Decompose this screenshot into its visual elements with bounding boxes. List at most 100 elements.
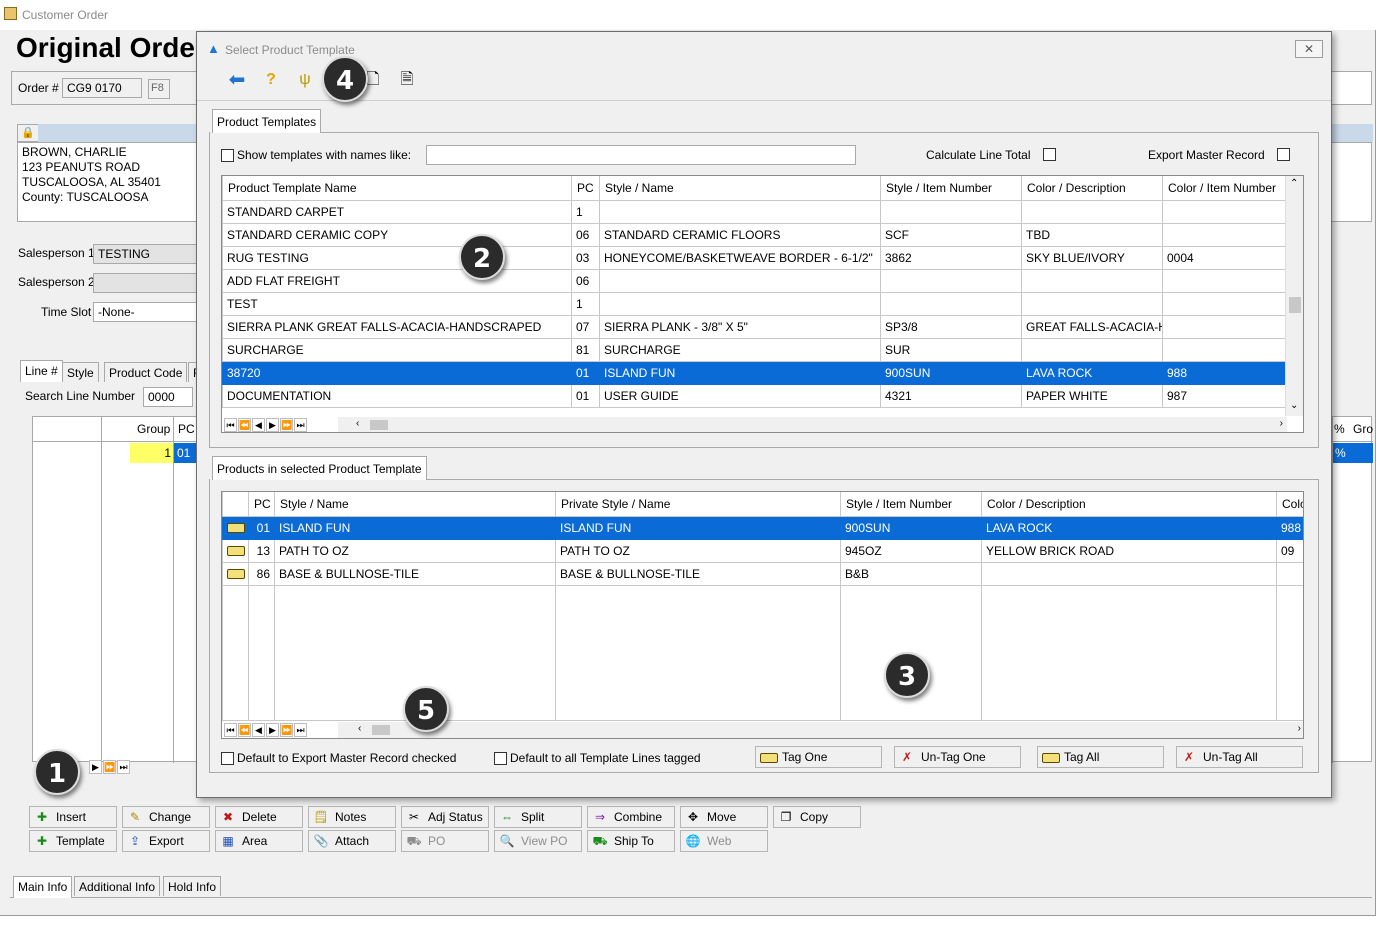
col-pc[interactable]: PC	[571, 176, 600, 201]
next-record-icon[interactable]: ▶	[266, 418, 279, 432]
hscroll-thumb[interactable]	[370, 420, 388, 430]
template-row[interactable]: TEST 1	[222, 291, 1287, 316]
last-record-icon[interactable]: ⏭	[117, 760, 130, 774]
po-button[interactable]: ⛟ PO	[401, 830, 489, 852]
view-po-button[interactable]: 🔍 View PO	[494, 830, 582, 852]
col-pc[interactable]: PC	[248, 492, 275, 517]
product-row[interactable]: 86 BASE & BULLNOSE-TILE BASE & BULLNOSE-TI…	[222, 561, 1303, 586]
area-button[interactable]: ▦ Area	[215, 830, 303, 852]
scroll-right-icon[interactable]: ›	[1298, 723, 1301, 734]
template-row[interactable]: STANDARD CARPET 1	[222, 199, 1287, 224]
products-hscroll[interactable]: ‹ ›	[338, 722, 1303, 738]
template-row[interactable]: SIERRA PLANK GREAT FALLS-ACACIA-HANDSCRA…	[222, 314, 1287, 339]
tab-line-number[interactable]: Line #	[20, 360, 63, 382]
tag-icon[interactable]	[222, 561, 249, 586]
attach-button[interactable]: 📎 Attach	[308, 830, 396, 852]
insert-button[interactable]: ✚ Insert	[29, 806, 117, 828]
scroll-right-icon[interactable]: ›	[1280, 418, 1283, 429]
copy-button[interactable]: ❐ Copy	[773, 806, 861, 828]
change-button[interactable]: ✎ Change	[122, 806, 210, 828]
prev-page-icon[interactable]: ⏪	[238, 723, 251, 737]
tab-product-code[interactable]: Product Code	[104, 362, 188, 382]
move-button[interactable]: ✥ Move	[680, 806, 768, 828]
next-page-icon[interactable]: ⏩	[280, 418, 293, 432]
products-navigator[interactable]: ⏮ ⏪ ◀ ▶ ⏩ ⏭	[224, 722, 308, 738]
col-template-name[interactable]: Product Template Name	[222, 176, 572, 201]
templates-navigator[interactable]: ⏮ ⏪ ◀ ▶ ⏩ ⏭	[224, 417, 308, 432]
template-row[interactable]: ADD FLAT FREIGHT 06	[222, 268, 1287, 293]
hscroll-thumb[interactable]	[372, 725, 390, 735]
f8-button[interactable]: F8	[148, 79, 170, 99]
scroll-up-icon[interactable]: ⌃	[1290, 178, 1298, 189]
tab-product-templates[interactable]: Product Templates	[212, 109, 322, 133]
first-record-icon[interactable]: ⏮	[224, 418, 237, 432]
show-templates-checkbox[interactable]	[221, 148, 234, 163]
filter-icon[interactable]: ψ	[295, 70, 315, 90]
tag-icon[interactable]	[222, 538, 249, 563]
tab-additional-info[interactable]: Additional Info	[74, 876, 161, 896]
col-style-name[interactable]: Style / Name	[274, 492, 556, 517]
last-record-icon[interactable]: ⏭	[294, 418, 307, 432]
col-color-item[interactable]: Colo	[1276, 492, 1303, 517]
tab-hold-info[interactable]: Hold Info	[163, 876, 222, 896]
ship-to-button[interactable]: ⛟ Ship To	[587, 830, 675, 852]
tag-one-button[interactable]: Tag One	[755, 746, 882, 768]
template-row[interactable]: SURCHARGE 81 SURCHARGE SUR	[222, 337, 1287, 362]
order-number-field[interactable]: CG9 0170	[62, 78, 142, 98]
group-cell[interactable]: 1	[130, 443, 173, 463]
prev-record-icon[interactable]: ◀	[252, 418, 265, 432]
delete-document-icon[interactable]: 🗎	[397, 70, 417, 90]
last-record-icon[interactable]: ⏭	[294, 723, 307, 737]
salesperson2-field[interactable]	[93, 273, 203, 293]
col-style-name[interactable]: Style / Name	[599, 176, 881, 201]
template-row[interactable]: STANDARD CERAMIC COPY 06 STANDARD CERAMIC …	[222, 222, 1287, 247]
split-button[interactable]: ⇔ Split	[494, 806, 582, 828]
scroll-left-icon[interactable]: ‹	[358, 723, 361, 734]
default-tagged-checkbox[interactable]	[494, 751, 507, 766]
next-page-icon[interactable]: ⏩	[280, 723, 293, 737]
templates-hscroll[interactable]: ‹ ›	[338, 417, 1287, 432]
prev-record-icon[interactable]: ◀	[252, 723, 265, 737]
timeslot-field[interactable]: -None-	[93, 302, 203, 322]
next-record-icon[interactable]: ▶	[266, 723, 279, 737]
back-arrow-icon[interactable]: ⬅	[227, 70, 247, 90]
search-line-input[interactable]: 0000	[143, 387, 193, 407]
templates-vscroll[interactable]: ⌃ ⌄	[1285, 176, 1303, 416]
untag-all-button[interactable]: ✗ Un-Tag All	[1176, 746, 1303, 768]
col-private-style-name[interactable]: Private Style / Name	[555, 492, 841, 517]
tab-products-in-template[interactable]: Products in selected Product Template	[212, 456, 427, 480]
col-color-description[interactable]: Color / Description	[981, 492, 1277, 517]
next-page-icon[interactable]: ⏩	[103, 760, 116, 774]
tab-main-info[interactable]: Main Info	[13, 876, 73, 898]
help-icon[interactable]: ?	[261, 70, 281, 90]
scroll-left-icon[interactable]: ‹	[356, 418, 359, 429]
scroll-thumb[interactable]	[1289, 297, 1301, 313]
export-master-record-checkbox[interactable]	[1277, 147, 1290, 162]
next-record-icon[interactable]: ▶	[89, 760, 102, 774]
untag-one-button[interactable]: ✗ Un-Tag One	[894, 746, 1021, 768]
calculate-line-total-checkbox[interactable]	[1043, 147, 1056, 162]
scroll-down-icon[interactable]: ⌄	[1290, 400, 1298, 411]
export-button[interactable]: ⇪ Export	[122, 830, 210, 852]
close-button[interactable]: ✕	[1295, 40, 1323, 58]
product-row[interactable]: 01 ISLAND FUN ISLAND FUN 900SUN LAVA ROCK 988	[222, 515, 1303, 540]
template-name-filter-input[interactable]	[426, 145, 856, 165]
default-export-checkbox[interactable]	[221, 751, 234, 766]
template-row[interactable]: RUG TESTING 03 HONEYCOME/BASKETWEAVE BORDE…	[222, 245, 1287, 270]
col-style-item-number[interactable]: Style / Item Number	[880, 176, 1022, 201]
product-row[interactable]: 13 PATH TO OZ PATH TO OZ 945OZ YELLOW BRICK …	[222, 538, 1303, 563]
template-row[interactable]: 38720 01 ISLAND FUN 900SUN LAVA ROCK 988	[222, 360, 1287, 385]
first-record-icon[interactable]: ⏮	[224, 723, 237, 737]
col-color-item-number[interactable]: Color / Item Number	[1162, 176, 1287, 201]
tag-icon[interactable]	[222, 515, 249, 540]
tag-all-button[interactable]: Tag All	[1037, 746, 1164, 768]
template-row[interactable]: DOCUMENTATION 01 USER GUIDE 4321 PAPER WHITE…	[222, 383, 1287, 408]
web-button[interactable]: 🌐 Web	[680, 830, 768, 852]
col-style-item-number[interactable]: Style / Item Number	[840, 492, 982, 517]
delete-button[interactable]: ✖ Delete	[215, 806, 303, 828]
notes-button[interactable]: 🗒 Notes	[308, 806, 396, 828]
template-button[interactable]: ✚ Template	[29, 830, 117, 852]
salesperson1-field[interactable]: TESTING	[93, 244, 203, 264]
adj-status-button[interactable]: ✂ Adj Status	[401, 806, 489, 828]
percent-cell[interactable]: %	[1333, 443, 1373, 463]
